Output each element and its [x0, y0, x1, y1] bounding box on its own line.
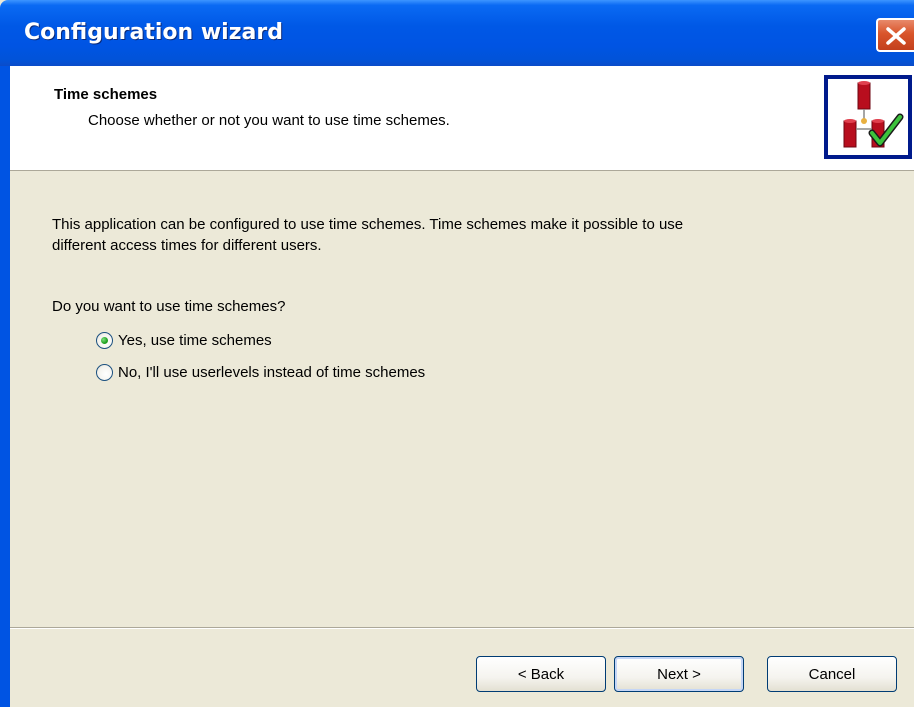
- header-subtitle: Choose whether or not you want to use ti…: [88, 112, 450, 129]
- radio-label-no[interactable]: No, I'll use userlevels instead of time …: [118, 364, 425, 381]
- description-line-1: This application can be configured to us…: [52, 216, 684, 233]
- close-icon: [886, 27, 906, 45]
- radio-option-no[interactable]: No, I'll use userlevels instead of time …: [96, 364, 425, 381]
- description: This application can be configured to us…: [52, 214, 892, 256]
- radio-button-unchecked[interactable]: [96, 364, 113, 381]
- question-label: Do you want to use time schemes?: [52, 298, 286, 315]
- footer-separator: [10, 627, 914, 629]
- wizard-icon: [824, 75, 912, 159]
- window-title: Configuration wizard: [24, 20, 283, 45]
- cancel-button[interactable]: Cancel: [767, 656, 897, 692]
- title-bar[interactable]: Configuration wizard: [0, 0, 914, 66]
- window-frame-left: [0, 66, 10, 707]
- next-button[interactable]: Next >: [614, 656, 744, 692]
- radio-button-checked[interactable]: [96, 332, 113, 349]
- radio-label-yes[interactable]: Yes, use time schemes: [118, 332, 272, 349]
- description-line-2: different access times for different use…: [52, 237, 322, 254]
- wizard-header: Time schemes Choose whether or not you w…: [10, 66, 914, 171]
- wizard-content: This application can be configured to us…: [52, 214, 892, 381]
- back-button[interactable]: < Back: [476, 656, 606, 692]
- header-title: Time schemes: [54, 86, 158, 103]
- close-button[interactable]: [876, 18, 914, 52]
- radio-option-yes[interactable]: Yes, use time schemes: [96, 332, 272, 349]
